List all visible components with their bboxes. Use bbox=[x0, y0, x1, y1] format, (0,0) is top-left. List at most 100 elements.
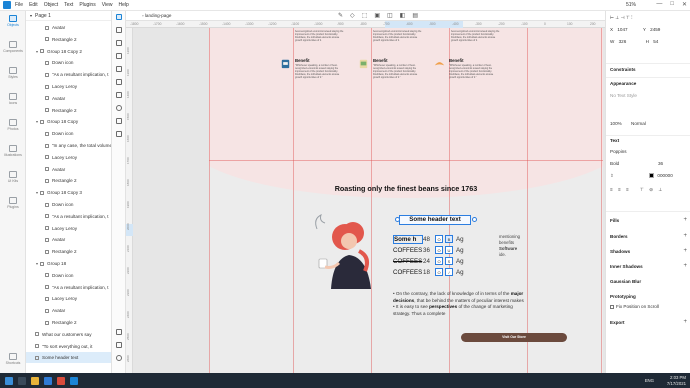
layer-item[interactable]: Rectangle 2 bbox=[26, 317, 111, 328]
align-left-icon[interactable]: ⊢ bbox=[610, 15, 614, 20]
layer-item[interactable]: Avatar bbox=[26, 93, 111, 104]
page-selector[interactable]: ▾ Page 1 bbox=[26, 11, 111, 21]
text-style-row[interactable]: COFFEES 24 O S Ag bbox=[393, 256, 464, 266]
language-indicator[interactable]: ENG bbox=[645, 378, 654, 383]
rail-objects[interactable]: Objects bbox=[0, 15, 26, 27]
gaussian-blur-header[interactable]: Gaussian Blur bbox=[610, 279, 688, 284]
subtract-icon[interactable]: ▣ bbox=[374, 12, 380, 19]
rail-icons[interactable]: Icons bbox=[0, 93, 26, 105]
style-option[interactable]: O bbox=[435, 246, 443, 254]
h-input[interactable]: 54 bbox=[653, 39, 658, 44]
layer-item[interactable]: Down icon bbox=[26, 57, 111, 68]
layer-item[interactable]: Lacey Leroy bbox=[26, 81, 111, 92]
borders-header[interactable]: Borders bbox=[610, 234, 688, 239]
layer-item[interactable]: Lacey Leroy bbox=[26, 293, 111, 304]
layer-item[interactable]: "As a resultant implication, t bbox=[26, 211, 111, 222]
layer-item[interactable]: Some header text bbox=[26, 352, 111, 364]
layer-item[interactable]: Down icon bbox=[26, 270, 111, 281]
bold-toggle[interactable]: B bbox=[445, 235, 453, 243]
layer-item[interactable]: Avatar bbox=[26, 164, 111, 175]
italic-toggle[interactable]: / bbox=[445, 268, 453, 276]
inner-shadows-header[interactable]: Inner Shadows bbox=[610, 264, 688, 269]
y-input[interactable]: 2459 bbox=[650, 27, 660, 32]
font-size-input[interactable]: 36 bbox=[658, 161, 663, 166]
line-height-icon[interactable]: ⇕ bbox=[610, 173, 614, 178]
align-right-icon[interactable]: ⊣ bbox=[621, 15, 625, 20]
canvas[interactable]: ▫ landing-page ✎ ◇ ⬚ ▣ ◫ ◧ ▤ -1800 -1700… bbox=[126, 11, 605, 373]
add-shadow-icon[interactable]: + bbox=[683, 248, 687, 254]
text-style-row[interactable]: COFFEES 36 O U Ag bbox=[393, 245, 464, 255]
rail-illustrations[interactable]: Illustrations bbox=[0, 145, 26, 157]
add-border-icon[interactable]: + bbox=[683, 233, 687, 239]
opacity-input[interactable]: 100% bbox=[610, 121, 622, 126]
layer-item[interactable]: "As a resultant implication, t bbox=[26, 69, 111, 80]
layer-item[interactable]: Down icon bbox=[26, 199, 111, 210]
layer-group[interactable]: ▾ Group 18 Copy 3 bbox=[26, 187, 111, 198]
appearance-header[interactable]: Appearance bbox=[610, 81, 688, 86]
artboard[interactable]: best-recognized economist sowed staying … bbox=[209, 28, 603, 373]
layer-item[interactable]: Lacey Leroy bbox=[26, 223, 111, 234]
image-tool[interactable] bbox=[115, 131, 123, 138]
fix-scroll-row[interactable]: Fix Position on Scroll bbox=[610, 304, 688, 309]
rail-components[interactable]: Components bbox=[0, 41, 26, 53]
text-valign-bottom-icon[interactable]: ⊥ bbox=[658, 187, 662, 192]
visit-store-button[interactable]: Visit Our Store bbox=[461, 333, 567, 342]
text-style-row[interactable]: Some h 48 O B Ag bbox=[393, 234, 464, 244]
taskbar-app-icon[interactable] bbox=[18, 376, 26, 385]
pen-tool-icon[interactable]: ✎ bbox=[338, 12, 343, 19]
comment-tool[interactable] bbox=[115, 329, 123, 336]
layer-item[interactable]: "To sort everything out, it bbox=[26, 341, 111, 352]
file-explorer-icon[interactable] bbox=[31, 376, 39, 385]
taskbar-app-icon[interactable] bbox=[57, 376, 65, 385]
menu-view[interactable]: View bbox=[102, 2, 113, 8]
layer-item[interactable]: Rectangle 2 bbox=[26, 34, 111, 45]
menu-file[interactable]: File bbox=[15, 2, 23, 8]
layer-item[interactable]: Down icon bbox=[26, 128, 111, 139]
text-valign-top-icon[interactable]: ⊤ bbox=[640, 187, 644, 192]
text-align-right-icon[interactable]: ≡ bbox=[626, 187, 629, 192]
layer-group[interactable]: ▾ Group 18 bbox=[26, 258, 111, 269]
x-input[interactable]: 1047 bbox=[617, 27, 627, 32]
ellipse-tool[interactable] bbox=[115, 105, 123, 112]
start-button[interactable] bbox=[5, 376, 13, 385]
font-weight-dropdown[interactable]: Bold bbox=[610, 161, 619, 166]
design-app-icon[interactable] bbox=[70, 376, 78, 385]
minimize-button[interactable]: — bbox=[656, 1, 662, 8]
layer-item[interactable]: Rectangle 2 bbox=[26, 175, 111, 186]
difference-icon[interactable]: ◧ bbox=[400, 12, 406, 19]
fills-header[interactable]: Fills bbox=[610, 218, 688, 223]
align-top-icon[interactable]: ⊤ bbox=[626, 15, 630, 20]
menu-object[interactable]: Object bbox=[44, 2, 58, 8]
rectangle-tool[interactable] bbox=[115, 92, 123, 99]
select-tool[interactable] bbox=[115, 14, 123, 21]
layer-item[interactable]: Rectangle 2 bbox=[26, 246, 111, 257]
layer-item[interactable]: What our customers say bbox=[26, 329, 111, 340]
distribute-icon[interactable]: ⫶ bbox=[631, 15, 632, 20]
hand-tool[interactable] bbox=[115, 342, 123, 349]
constraints-header[interactable]: Constraints bbox=[610, 67, 688, 72]
layer-item[interactable]: "As a resultant implication, t bbox=[26, 282, 111, 293]
layer-item[interactable]: Lacey Leroy bbox=[26, 152, 111, 163]
add-inner-shadow-icon[interactable]: + bbox=[683, 263, 687, 269]
selection-handle-right[interactable] bbox=[472, 217, 477, 222]
slice-tool[interactable] bbox=[115, 53, 123, 60]
style-option[interactable]: O bbox=[435, 268, 443, 276]
browser-icon[interactable] bbox=[44, 376, 52, 385]
menu-plugins[interactable]: Plugins bbox=[79, 2, 95, 8]
font-family-dropdown[interactable]: Poppins bbox=[610, 149, 688, 154]
blend-mode-dropdown[interactable]: Normal bbox=[631, 121, 646, 126]
text-align-center-icon[interactable]: ≡ bbox=[618, 187, 621, 192]
rail-ui-kits[interactable]: UI Kits bbox=[0, 171, 26, 183]
underline-toggle[interactable]: U bbox=[445, 246, 453, 254]
add-fill-icon[interactable]: + bbox=[683, 217, 687, 223]
layer-group[interactable]: ▾ Group 18 Copy 2 bbox=[26, 46, 111, 57]
rail-photos[interactable]: Photos bbox=[0, 119, 26, 131]
style-option[interactable]: O bbox=[435, 257, 443, 265]
maximize-button[interactable]: □ bbox=[670, 1, 674, 8]
menu-help[interactable]: Help bbox=[118, 2, 128, 8]
flatten-icon[interactable]: ▤ bbox=[412, 12, 418, 19]
export-header[interactable]: Export bbox=[610, 320, 688, 325]
fix-scroll-checkbox[interactable] bbox=[610, 304, 614, 309]
style-option[interactable]: O bbox=[435, 235, 443, 243]
text-style-row[interactable]: COFFEES 18 O / Ag bbox=[393, 267, 464, 277]
